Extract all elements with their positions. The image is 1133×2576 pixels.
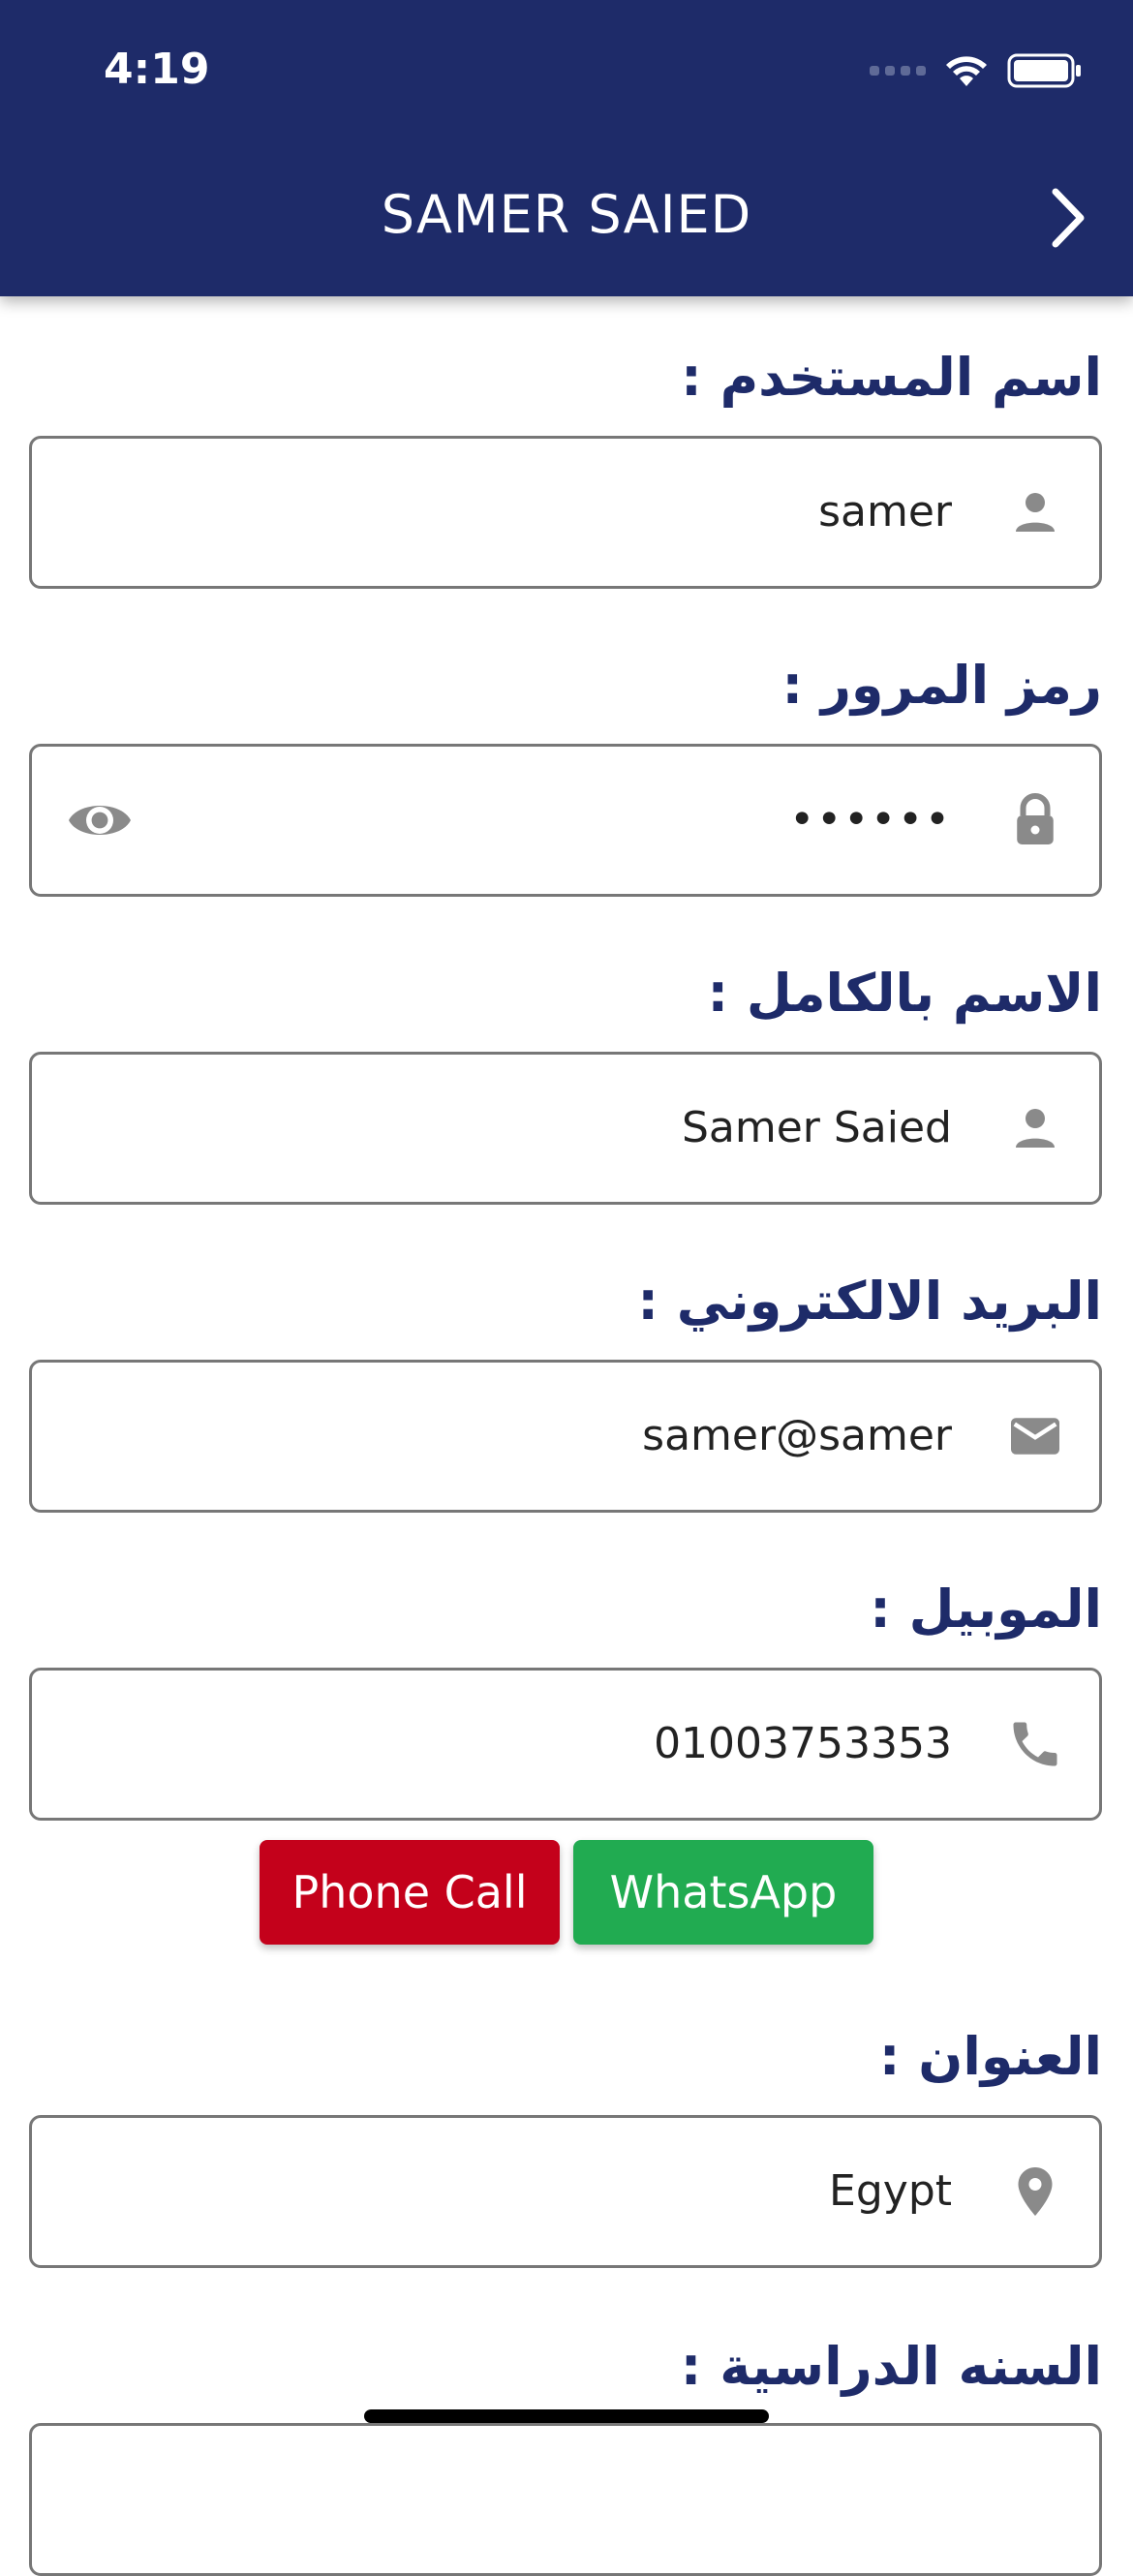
page-title: SAMER SAIED	[381, 184, 752, 245]
password-value: ••••••	[789, 795, 952, 844]
password-label: رمز المرور :	[781, 655, 1102, 716]
mobile-value: 01003753353	[654, 1719, 952, 1768]
username-field[interactable]: samer	[29, 436, 1102, 589]
email-field[interactable]: samer@samer	[29, 1360, 1102, 1513]
status-icons	[870, 52, 1083, 89]
app-header: 4:19 SAMER SAIED	[0, 0, 1133, 296]
eye-icon[interactable]	[67, 795, 133, 845]
status-time: 4:19	[104, 45, 210, 94]
person-icon	[1016, 1109, 1055, 1148]
academic-year-field[interactable]	[29, 2423, 1102, 2576]
mobile-field[interactable]: 01003753353	[29, 1668, 1102, 1821]
lock-icon	[1017, 793, 1054, 844]
full-name-field[interactable]: Samer Saied	[29, 1052, 1102, 1205]
home-indicator	[364, 2409, 769, 2423]
mail-icon	[1011, 1418, 1059, 1455]
address-value: Egypt	[829, 2166, 952, 2216]
chevron-right-icon[interactable]	[1038, 184, 1096, 252]
location-pin-icon	[1018, 2167, 1053, 2216]
username-label: اسم المستخدم :	[681, 347, 1102, 408]
phone-icon	[1013, 1722, 1057, 1766]
person-icon	[1016, 493, 1055, 532]
email-value: samer@samer	[642, 1411, 952, 1460]
address-field[interactable]: Egypt	[29, 2115, 1102, 2268]
email-label: البريد الالكتروني :	[637, 1271, 1102, 1332]
academic-year-label: السنه الدراسية :	[680, 2336, 1102, 2397]
whatsapp-button[interactable]: WhatsApp	[573, 1840, 873, 1945]
wifi-icon	[946, 56, 987, 86]
username-value: samer	[818, 487, 952, 537]
mobile-label: الموبيل :	[870, 1579, 1102, 1640]
phone-call-button[interactable]: Phone Call	[260, 1840, 560, 1945]
full-name-value: Samer Saied	[681, 1103, 952, 1152]
cellular-signal-icon	[870, 66, 926, 76]
battery-icon	[1007, 53, 1081, 88]
address-label: العنوان :	[878, 2026, 1102, 2087]
full-name-label: الاسم بالكامل :	[707, 963, 1102, 1024]
password-field[interactable]: ••••••	[29, 744, 1102, 897]
